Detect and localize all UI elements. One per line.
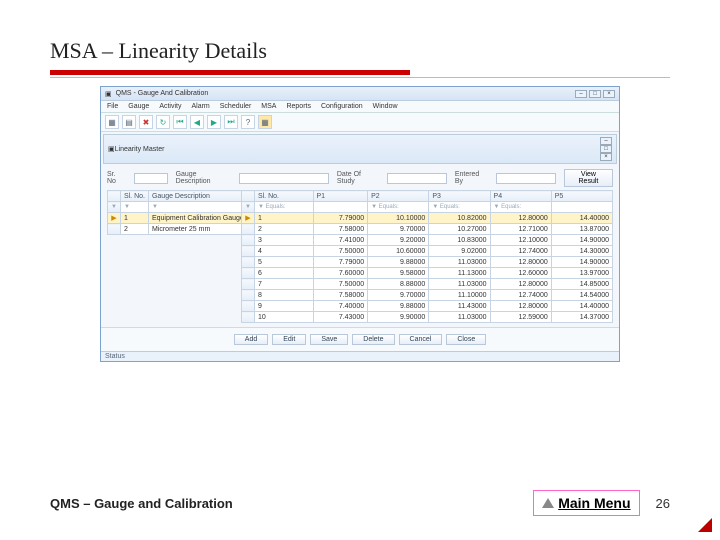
srno-input[interactable]	[134, 173, 168, 184]
menu-window[interactable]: Window	[373, 103, 398, 110]
table-row[interactable]: 27.580009.7000010.2700012.7100013.87000	[242, 224, 613, 235]
refresh-icon[interactable]: ↻	[156, 115, 170, 129]
menu-configuration[interactable]: Configuration	[321, 103, 363, 110]
col-header[interactable]: P1	[313, 191, 368, 202]
close-form-button[interactable]: Close	[446, 334, 486, 345]
table-row[interactable]: 77.500008.8800011.0300012.8000014.85000	[242, 279, 613, 290]
app-icon: ▣	[105, 90, 112, 98]
app-window: ▣ QMS - Gauge And Calibration – □ × File…	[100, 86, 620, 362]
footer-text: QMS – Gauge and Calibration	[50, 496, 233, 511]
desc-input[interactable]	[239, 173, 329, 184]
app-titlebar: ▣ QMS - Gauge And Calibration – □ ×	[101, 87, 619, 101]
subwindow-icon: ▣	[108, 145, 115, 153]
table-row[interactable]: 47.5000010.600009.0200012.7400014.30000	[242, 246, 613, 257]
by-input[interactable]	[496, 173, 556, 184]
table-row[interactable]: 57.790009.8800011.0300012.8000014.90000	[242, 257, 613, 268]
view-result-button[interactable]: View Result	[564, 169, 613, 187]
page-number: 26	[656, 496, 670, 511]
corner-decoration	[698, 518, 712, 532]
date-input[interactable]	[387, 173, 447, 184]
add-button[interactable]: Add	[234, 334, 268, 345]
by-label: Entered By	[455, 171, 488, 185]
next-icon[interactable]: ▶	[207, 115, 221, 129]
table-row[interactable]: 67.600009.5800011.1300012.6000013.97000	[242, 268, 613, 279]
close-button[interactable]: ×	[603, 90, 615, 98]
last-icon[interactable]: ⏭	[224, 115, 238, 129]
calendar-icon[interactable]: ▦	[258, 115, 272, 129]
sub-minimize-button[interactable]: –	[600, 137, 612, 145]
divider	[50, 77, 670, 78]
srno-label: Sr. No	[107, 171, 126, 185]
form-row: Sr. No Gauge Description Date Of Study E…	[101, 166, 619, 190]
maximize-button[interactable]: □	[589, 90, 601, 98]
up-arrow-icon	[542, 498, 554, 508]
delete-icon[interactable]: ✖	[139, 115, 153, 129]
minimize-button[interactable]: –	[575, 90, 587, 98]
subwindow-titlebar: ▣ Linearity Master – □ ×	[103, 134, 617, 164]
slide-title: MSA – Linearity Details	[50, 38, 670, 64]
statusbar: Status	[101, 351, 619, 361]
col-header[interactable]: P2	[368, 191, 429, 202]
col-header[interactable]: P5	[551, 191, 612, 202]
button-bar: Add Edit Save Delete Cancel Close	[101, 327, 619, 351]
edit-button[interactable]: Edit	[272, 334, 306, 345]
col-header[interactable]: Sl. No.	[120, 191, 148, 202]
gauge-list-table: Sl. No.Gauge Description ▼▼▼ ▶1Equipment…	[107, 190, 248, 235]
col-header[interactable]	[242, 191, 255, 202]
title-underline	[50, 70, 410, 75]
prev-icon[interactable]: ◀	[190, 115, 204, 129]
menubar: File Gauge Activity Alarm Scheduler MSA …	[101, 101, 619, 113]
menu-msa[interactable]: MSA	[261, 103, 276, 110]
save-button[interactable]: Save	[310, 334, 348, 345]
linearity-data-table: Sl. No.P1P2P3P4P5 ▼▼ Equals:▼ Equals:▼ E…	[241, 190, 613, 323]
col-header[interactable]: P3	[429, 191, 490, 202]
first-icon[interactable]: ⏮	[173, 115, 187, 129]
menu-alarm[interactable]: Alarm	[191, 103, 209, 110]
sub-close-button[interactable]: ×	[600, 153, 612, 161]
table-row[interactable]: 2Micrometer 25 mm	[108, 224, 248, 235]
app-title-text: QMS - Gauge And Calibration	[116, 90, 209, 97]
table-row[interactable]: 37.410009.2000010.8300012.1000014.90000	[242, 235, 613, 246]
cancel-button[interactable]: Cancel	[399, 334, 443, 345]
menu-scheduler[interactable]: Scheduler	[220, 103, 252, 110]
save-icon[interactable]: ▤	[122, 115, 136, 129]
menu-reports[interactable]: Reports	[286, 103, 311, 110]
main-menu-label: Main Menu	[558, 495, 630, 511]
new-icon[interactable]: ▦	[105, 115, 119, 129]
delete-button[interactable]: Delete	[352, 334, 394, 345]
desc-label: Gauge Description	[176, 171, 231, 185]
subwindow-title: Linearity Master	[115, 146, 165, 153]
col-header[interactable]	[108, 191, 121, 202]
sub-maximize-button[interactable]: □	[600, 145, 612, 153]
col-header[interactable]: P4	[490, 191, 551, 202]
main-menu-link[interactable]: Main Menu	[533, 490, 639, 516]
table-row[interactable]: 87.580009.7000011.1000012.7400014.54000	[242, 290, 613, 301]
toolbar: ▦ ▤ ✖ ↻ ⏮ ◀ ▶ ⏭ ? ▦	[101, 113, 619, 132]
help-icon[interactable]: ?	[241, 115, 255, 129]
table-row[interactable]: 97.400009.8800011.4300012.8000014.40000	[242, 301, 613, 312]
date-label: Date Of Study	[337, 171, 379, 185]
table-row[interactable]: 107.430009.9000011.0300012.5900014.37000	[242, 312, 613, 323]
table-row[interactable]: ▶17.7900010.1000010.8200012.8000014.4000…	[242, 213, 613, 224]
table-row[interactable]: ▶1Equipment Calibration Gauge	[108, 213, 248, 224]
menu-file[interactable]: File	[107, 103, 118, 110]
menu-gauge[interactable]: Gauge	[128, 103, 149, 110]
menu-activity[interactable]: Activity	[159, 103, 181, 110]
col-header[interactable]: Gauge Description	[148, 191, 247, 202]
col-header[interactable]: Sl. No.	[254, 191, 313, 202]
